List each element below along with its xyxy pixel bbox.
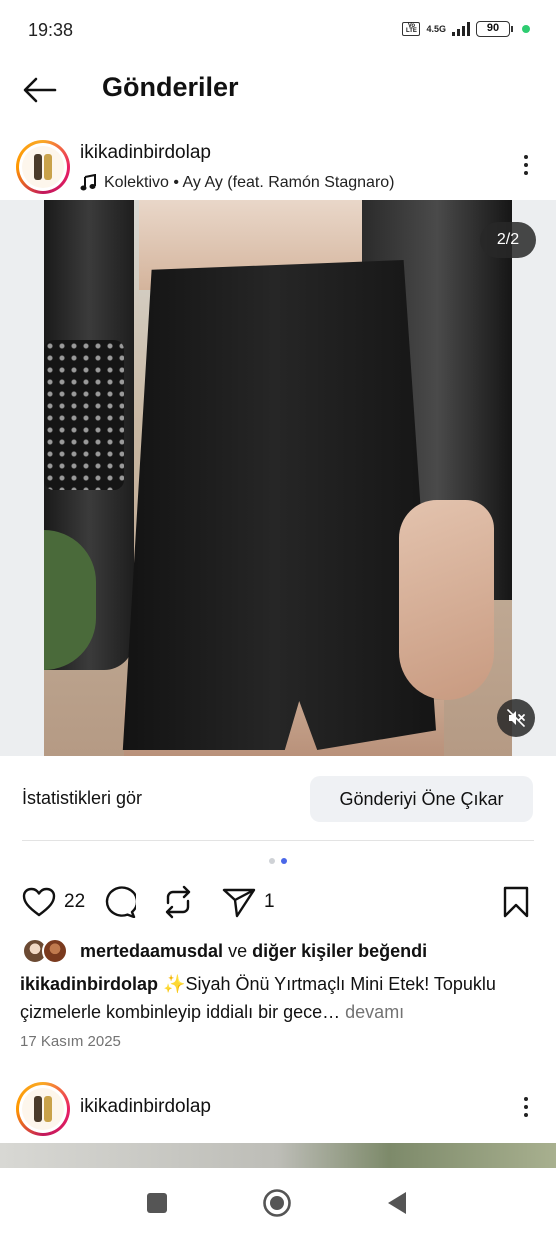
post-username[interactable]: ikikadinbirdolap [80, 142, 211, 164]
boost-post-button[interactable]: Gönderiyi Öne Çıkar [310, 776, 533, 822]
like-button[interactable]: 22 [22, 884, 85, 920]
heart-icon [22, 887, 56, 917]
avatar [42, 938, 68, 964]
caption-username[interactable]: ikikadinbirdolap [20, 974, 158, 994]
bookmark-icon [503, 886, 529, 918]
page-title: Gönderiler [102, 72, 239, 102]
next-post-header: ikikadinbirdolap [0, 1076, 556, 1146]
mute-button[interactable] [497, 699, 535, 737]
like-count: 22 [64, 891, 86, 912]
liked-by-joiner: ve [228, 940, 248, 961]
send-icon [222, 888, 256, 918]
view-insights-link[interactable]: İstatistikleri gör [22, 788, 142, 809]
music-note-icon [80, 174, 96, 191]
liked-by-user[interactable]: mertedaamusdal [80, 941, 223, 961]
volte-icon: Vo LTE [402, 22, 421, 36]
comment-button[interactable] [102, 884, 136, 920]
post-actions: 22 1 [0, 880, 556, 924]
status-icons: Vo LTE 4.5G 90 [402, 21, 530, 37]
back-button[interactable] [20, 72, 60, 108]
music-label: Kolektivo • Ay Ay (feat. Ramón Stagnaro) [104, 174, 395, 191]
insights-row: İstatistikleri gör Gönderiyi Öne Çıkar [0, 758, 556, 842]
share-count: 1 [264, 891, 275, 912]
next-post-username[interactable]: ikikadinbirdolap [80, 1096, 211, 1118]
battery-icon: 90 [476, 21, 513, 37]
post-media[interactable] [0, 200, 556, 756]
carousel-dot [269, 858, 275, 864]
avatar-image [22, 1088, 64, 1130]
liked-by-row[interactable]: mertedaamusdal ve diğer kişiler beğendi [22, 936, 427, 966]
more-vertical-icon [524, 155, 528, 159]
comment-icon [105, 886, 136, 918]
system-navigation-bar [0, 1168, 556, 1235]
triangle-back-icon [388, 1192, 406, 1214]
liked-by-others[interactable]: diğer kişiler beğendi [252, 941, 427, 961]
carousel-dot-active [281, 858, 287, 864]
avatar[interactable] [16, 140, 70, 194]
post-caption[interactable]: ikikadinbirdolap ✨Siyah Önü Yırtmaçlı Mi… [20, 970, 540, 1026]
avatar[interactable] [16, 1082, 70, 1136]
speaker-muted-icon [507, 709, 525, 727]
post-header: ikikadinbirdolap Kolektivo • Ay Ay (feat… [0, 134, 556, 204]
repost-button[interactable] [162, 884, 194, 920]
square-icon [147, 1193, 167, 1213]
signal-icon [452, 22, 470, 36]
more-vertical-icon [524, 1097, 528, 1101]
repost-icon [165, 885, 191, 919]
system-back-button[interactable] [382, 1188, 412, 1218]
arrow-left-icon [23, 77, 57, 103]
divider [22, 840, 534, 841]
network-type: 4.5G [426, 23, 446, 34]
liked-by-avatars [22, 938, 70, 964]
media-counter: 2/2 [480, 222, 536, 258]
more-options-button[interactable] [516, 150, 536, 180]
avatar-image [22, 146, 64, 188]
top-app-bar: Gönderiler [0, 62, 556, 118]
home-button[interactable] [262, 1188, 292, 1218]
music-info[interactable]: Kolektivo • Ay Ay (feat. Ramón Stagnaro) [80, 174, 395, 192]
post-date: 17 Kasım 2025 [20, 1033, 121, 1050]
post-photo [44, 200, 512, 756]
recent-apps-button[interactable] [142, 1188, 172, 1218]
privacy-indicator-dot [522, 25, 530, 33]
more-options-button[interactable] [516, 1092, 536, 1122]
status-time: 19:38 [28, 20, 74, 40]
circle-icon [263, 1189, 291, 1217]
status-bar: 19:38 Vo LTE 4.5G 90 [0, 0, 556, 62]
share-button[interactable]: 1 [222, 884, 275, 920]
caption-more-link[interactable]: devamı [345, 1002, 404, 1022]
save-button[interactable] [502, 884, 530, 920]
carousel-indicator [0, 858, 556, 864]
